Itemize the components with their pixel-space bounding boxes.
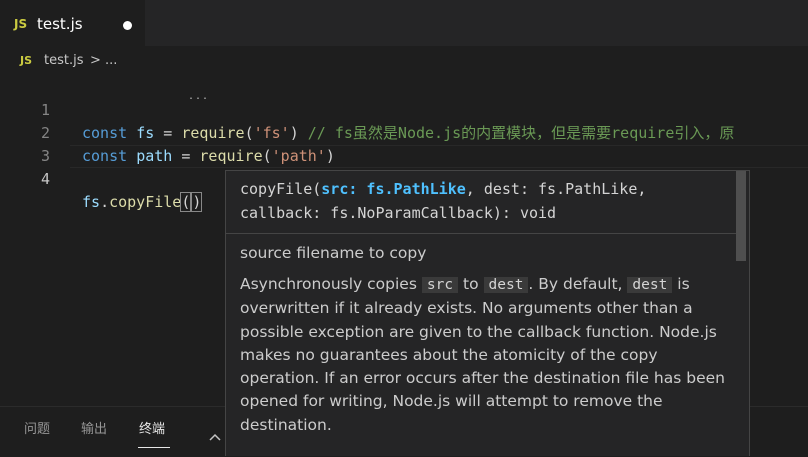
code-line[interactable]: 2 const path = require('path')	[0, 99, 808, 165]
inline-code: dest	[627, 277, 673, 293]
paren-match: )	[191, 192, 203, 212]
code-text: fs.copyFile()	[82, 191, 203, 214]
chevron-right-icon: >	[90, 53, 101, 68]
chevron-up-icon[interactable]	[206, 428, 224, 446]
js-file-icon: JS	[14, 17, 28, 31]
breadcrumb-more[interactable]: ...	[105, 53, 117, 68]
parameter-doc: source filename to copy	[240, 244, 427, 262]
ellipsis-hint: ...	[188, 91, 210, 102]
divider	[226, 233, 736, 234]
popup-scrollbar[interactable]	[736, 171, 746, 261]
tab-problems[interactable]: 问题	[24, 418, 50, 437]
paren-match: (	[180, 192, 192, 212]
code-line-current[interactable]: 4 fs.copyFile()	[0, 145, 808, 212]
desc-text: Asynchronously copies	[240, 275, 417, 293]
line-number: 4	[40, 170, 50, 188]
code-line[interactable]: 3	[0, 122, 808, 165]
variable: fs	[82, 193, 101, 211]
tab-output[interactable]: 输出	[81, 418, 107, 437]
active-tab-underline	[138, 447, 170, 448]
inline-code: src	[421, 277, 459, 293]
signature-rest: callback: fs.NoParamCallback): void	[240, 204, 557, 222]
inline-code: dest	[483, 277, 529, 293]
function-description: Asynchronously copies src to dest. By de…	[240, 273, 730, 437]
breadcrumb: JS test.js > ...	[0, 46, 808, 76]
tab-terminal[interactable]: 终端	[139, 418, 165, 437]
function-name: copyFile	[109, 193, 182, 211]
signature-function: copyFile(	[240, 180, 322, 198]
parameter-hint-popup[interactable]: copyFile(src: fs.PathLike, dest: fs.Path…	[225, 170, 750, 456]
function-signature: copyFile(src: fs.PathLike, dest: fs.Path…	[240, 177, 730, 225]
signature-rest: , dest: fs.PathLike,	[465, 180, 647, 198]
breadcrumb-file[interactable]: test.js	[44, 53, 83, 68]
js-file-icon: JS	[20, 54, 33, 67]
desc-text: is overwritten if it already exists. No …	[240, 275, 725, 434]
active-parameter: src: fs.PathLike	[321, 180, 466, 198]
desc-text: to	[463, 275, 479, 293]
operator: .	[100, 193, 110, 211]
code-line[interactable]: 1 const fs = require('fs') // fs虽然是Node.…	[0, 76, 808, 142]
unsaved-dot-icon[interactable]	[123, 21, 132, 30]
tab-bar: JS test.js	[0, 0, 808, 46]
tab-test-js[interactable]: JS test.js	[0, 0, 145, 46]
tab-title: test.js	[37, 15, 83, 33]
desc-text: . By default,	[528, 275, 623, 293]
